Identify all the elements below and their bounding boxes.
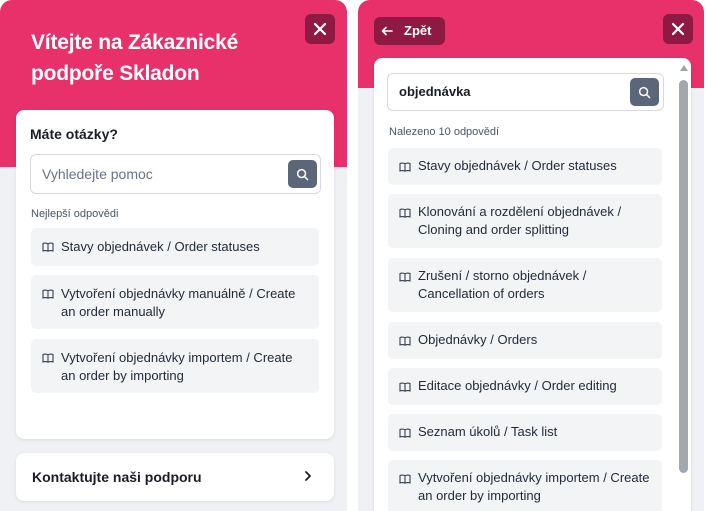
list-item[interactable]: Vytvoření objednávky manuálně / Create a… xyxy=(31,275,319,329)
search-field[interactable]: Vyhledejte pomoc xyxy=(30,154,321,194)
search-input[interactable]: Vyhledejte pomoc xyxy=(42,166,153,182)
search-field[interactable]: objednávka xyxy=(387,73,664,111)
book-icon xyxy=(399,474,411,484)
list-item-label: Zrušení / storno objednávek / Cancellati… xyxy=(418,268,587,301)
scroll-thumb[interactable] xyxy=(679,80,688,473)
book-icon xyxy=(42,242,54,252)
welcome-title: Vítejte na Zákaznické podpoře Skladon xyxy=(31,31,239,85)
questions-card: Máte otázky? Vyhledejte pomoc Nejlepší o… xyxy=(16,110,334,439)
close-button[interactable] xyxy=(663,14,693,44)
section-label: Nejlepší odpovědi xyxy=(31,208,119,220)
list-item[interactable]: Seznam úkolů / Task list xyxy=(388,414,662,451)
list-item[interactable]: Objednávky / Orders xyxy=(388,322,662,359)
list-item-label: Stavy objednávek / Order statuses xyxy=(418,158,617,173)
list-item-label: Objednávky / Orders xyxy=(418,332,538,347)
search-results-panel: Zpět objednávka Nalezeno 10 odpovědí Sta… xyxy=(358,0,704,511)
search-input[interactable]: objednávka xyxy=(399,84,471,99)
list-item-label: Klonování a rozdělení objednávek / Cloni… xyxy=(418,204,622,237)
list-item-label: Vytvoření objednávky importem / Create a… xyxy=(418,470,650,503)
book-icon xyxy=(399,162,411,172)
questions-title: Máte otázky? xyxy=(30,126,118,142)
book-icon xyxy=(399,208,411,218)
book-icon xyxy=(399,382,411,392)
list-item[interactable]: Vytvoření objednávky importem / Create a… xyxy=(388,460,662,511)
search-button[interactable] xyxy=(288,160,317,188)
list-item[interactable]: Zrušení / storno objednávek / Cancellati… xyxy=(388,258,662,312)
list-item[interactable]: Editace objednávky / Order editing xyxy=(388,368,662,405)
close-icon xyxy=(671,22,685,36)
list-item[interactable]: Stavy objednávek / Order statuses xyxy=(31,228,319,266)
search-icon xyxy=(296,168,309,180)
welcome-panel: Vítejte na Zákaznické podpoře Skladon Má… xyxy=(0,0,347,511)
book-icon xyxy=(399,428,411,438)
back-button[interactable]: Zpět xyxy=(374,17,445,45)
arrow-left-icon xyxy=(381,26,393,36)
close-button[interactable] xyxy=(305,14,335,44)
back-label: Zpět xyxy=(404,23,432,38)
list-item[interactable]: Klonování a rozdělení objednávek / Cloni… xyxy=(388,194,662,248)
list-item-label: Stavy objednávek / Order statuses xyxy=(61,239,260,254)
results-count: Nalezeno 10 odpovědí xyxy=(389,126,500,138)
book-icon xyxy=(42,353,54,363)
list-item[interactable]: Vytvoření objednávky importem / Create a… xyxy=(31,339,319,393)
list-item-label: Vytvoření objednávky importem / Create a… xyxy=(61,350,293,383)
list-item-label: Vytvoření objednávky manuálně / Create a… xyxy=(61,286,296,319)
book-icon xyxy=(399,272,411,282)
book-icon xyxy=(42,289,54,299)
contact-support-button[interactable]: Kontaktujte naši podporu xyxy=(16,453,334,501)
search-icon xyxy=(638,86,651,98)
chevron-right-icon xyxy=(305,471,311,481)
contact-label: Kontaktujte naši podporu xyxy=(32,469,202,485)
close-icon xyxy=(313,22,327,36)
list-item-label: Editace objednávky / Order editing xyxy=(418,378,617,393)
results-card: objednávka Nalezeno 10 odpovědí Stavy ob… xyxy=(374,58,691,511)
list-item-label: Seznam úkolů / Task list xyxy=(418,424,558,439)
search-button[interactable] xyxy=(630,78,659,106)
scroll-up-arrow[interactable] xyxy=(680,65,688,71)
list-item[interactable]: Stavy objednávek / Order statuses xyxy=(388,148,662,185)
scrollbar[interactable] xyxy=(679,64,689,511)
book-icon xyxy=(399,336,411,346)
